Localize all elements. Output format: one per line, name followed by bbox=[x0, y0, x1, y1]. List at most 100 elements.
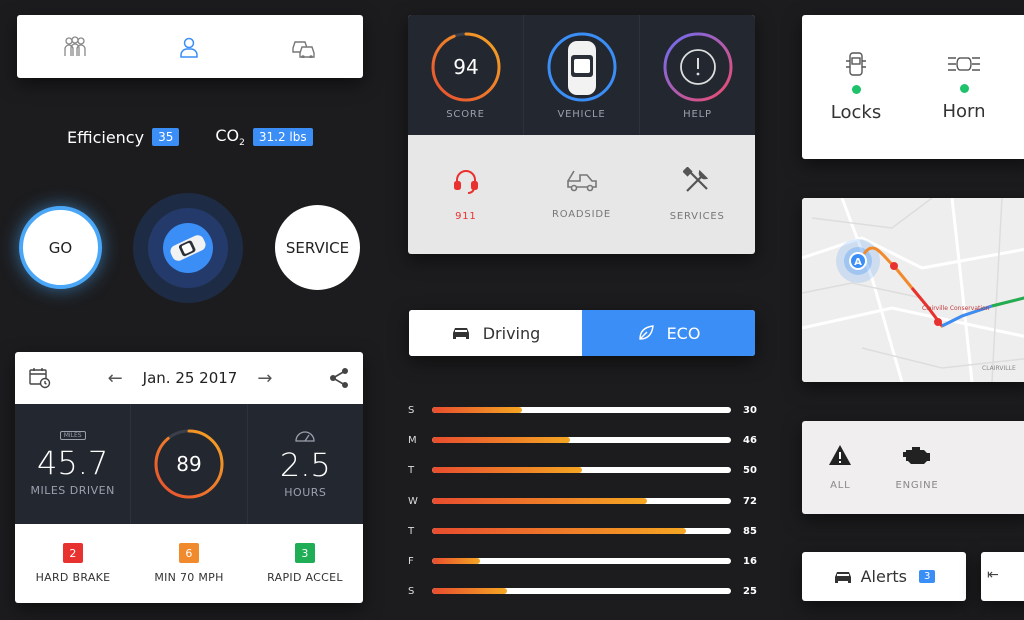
help-label: HELP bbox=[683, 108, 712, 120]
event-rapid-accel[interactable]: 3 RAPID ACCEL bbox=[247, 524, 363, 603]
event-label: MIN 70 MPH bbox=[154, 571, 224, 584]
bar-day-label: M bbox=[408, 434, 417, 446]
co2-label: CO2 bbox=[215, 126, 245, 149]
eco-mode-button[interactable]: ECO bbox=[582, 310, 755, 356]
bar-value: 46 bbox=[743, 434, 757, 446]
bar-day-label: T bbox=[408, 464, 415, 476]
alerts-engine-tab[interactable]: ENGINE bbox=[879, 421, 956, 514]
bar-track bbox=[432, 407, 731, 413]
score-label: SCORE bbox=[446, 108, 485, 120]
arrow-icon: ⇤ bbox=[987, 567, 999, 583]
map-place-label-2: CLAIRVILLE bbox=[982, 365, 1016, 372]
alerts-button-label: Alerts bbox=[860, 567, 908, 586]
engine-icon bbox=[903, 447, 930, 464]
hours-value: 2.5 bbox=[279, 445, 331, 484]
alerts-button[interactable]: Alerts 3 bbox=[802, 552, 966, 601]
arrow-right-icon[interactable]: → bbox=[257, 368, 272, 389]
status-gauges: 94 SCORE VEHICLE HELP bbox=[408, 15, 755, 135]
bar-row: T 85 bbox=[408, 524, 758, 538]
next-card-button[interactable]: ⇤ bbox=[981, 552, 1024, 601]
vehicle-gauge-cell[interactable]: VEHICLE bbox=[523, 15, 639, 135]
vehicle-label: VEHICLE bbox=[557, 108, 606, 120]
speedometer-icon bbox=[295, 430, 315, 442]
person-icon[interactable] bbox=[178, 36, 200, 58]
score-gauge: 94 bbox=[431, 32, 500, 101]
bar-fill bbox=[432, 528, 687, 534]
alerts-all-label: ALL bbox=[830, 480, 851, 491]
vehicle-locate-button[interactable] bbox=[133, 193, 243, 303]
service-label: ROADSIDE bbox=[552, 209, 611, 220]
bar-day-label: T bbox=[408, 525, 415, 537]
bar-track bbox=[432, 588, 731, 594]
service-label: 911 bbox=[455, 211, 477, 222]
vehicle-status-card: 94 SCORE VEHICLE HELP 911 ROADSIDE SERVI… bbox=[408, 15, 755, 254]
map-marker-a: A bbox=[854, 257, 862, 268]
horn-label: Horn bbox=[942, 101, 986, 122]
bar-fill bbox=[432, 407, 522, 413]
bar-row: S 30 bbox=[408, 403, 758, 417]
calendar-icon[interactable] bbox=[29, 367, 51, 389]
bar-fill bbox=[432, 437, 570, 443]
cars-icon[interactable] bbox=[291, 36, 317, 58]
bar-track bbox=[432, 467, 731, 473]
event-min-70-mph[interactable]: 6 MIN 70 MPH bbox=[131, 524, 247, 603]
trip-score-stat: 89 bbox=[130, 404, 246, 524]
event-count: 3 bbox=[295, 543, 315, 563]
locks-control[interactable]: Locks bbox=[802, 15, 910, 159]
car-front-icon bbox=[834, 571, 851, 583]
hours-stat: 2.5 HOURS bbox=[246, 404, 363, 524]
arrow-left-icon[interactable]: ← bbox=[108, 368, 123, 389]
bar-day-label: W bbox=[408, 495, 418, 507]
alerts-count-badge: 3 bbox=[919, 570, 936, 583]
car-doors-icon bbox=[846, 52, 866, 76]
leaf-icon bbox=[638, 325, 654, 340]
trip-events: 2 HARD BRAKE 6 MIN 70 MPH 3 RAPID ACCEL bbox=[15, 524, 363, 603]
bar-row: W 72 bbox=[408, 494, 758, 508]
horn-control[interactable]: Horn bbox=[910, 15, 1018, 159]
mode-toggle: Driving ECO bbox=[409, 310, 755, 356]
trip-score-value: 89 bbox=[176, 452, 201, 476]
event-label: HARD BRAKE bbox=[35, 571, 111, 584]
route-map[interactable]: A Clairville Conservation CLAIRVILLE bbox=[802, 198, 1024, 382]
bar-value: 72 bbox=[743, 495, 757, 507]
efficiency-row: Efficiency 35 CO2 31.2 lbs bbox=[67, 126, 313, 148]
tools-icon bbox=[683, 167, 709, 192]
miles-stat: MILES 45.7 MILES DRIVEN bbox=[15, 404, 130, 524]
alerts-engine-label: ENGINE bbox=[895, 480, 939, 491]
hours-label: HOURS bbox=[284, 485, 327, 499]
bar-day-label: F bbox=[408, 555, 414, 567]
go-button[interactable]: GO bbox=[19, 206, 102, 289]
trip-score-gauge: 89 bbox=[154, 429, 224, 499]
share-icon[interactable] bbox=[329, 367, 349, 389]
tow-truck-icon bbox=[566, 170, 597, 192]
bar-fill bbox=[432, 588, 507, 594]
alerts-all-tab[interactable]: ALL bbox=[802, 421, 879, 514]
bar-track bbox=[432, 498, 731, 504]
group-icon[interactable] bbox=[63, 35, 87, 58]
bar-fill bbox=[432, 558, 480, 564]
trip-stats: MILES 45.7 MILES DRIVEN 89 2.5 HOURS bbox=[15, 404, 363, 524]
event-hard-brake[interactable]: 2 HARD BRAKE bbox=[15, 524, 131, 603]
remote-controls: Locks Horn bbox=[802, 15, 1024, 159]
car-front-icon bbox=[452, 328, 469, 339]
service-options: 911 ROADSIDE SERVICES bbox=[408, 135, 755, 254]
score-gauge-cell[interactable]: 94 SCORE bbox=[408, 15, 523, 135]
event-count: 2 bbox=[63, 543, 83, 563]
driving-mode-button[interactable]: Driving bbox=[409, 310, 582, 356]
bar-day-label: S bbox=[408, 404, 415, 416]
map-place-label: Clairville Conservation bbox=[922, 305, 990, 312]
alerts-more-tab[interactable] bbox=[955, 421, 1024, 514]
help-gauge-cell[interactable]: HELP bbox=[639, 15, 755, 135]
miles-label: MILES DRIVEN bbox=[30, 484, 115, 497]
bar-track bbox=[432, 528, 731, 534]
service-label: SERVICES bbox=[669, 211, 725, 222]
profile-tab-bar bbox=[17, 15, 363, 78]
services-button[interactable]: SERVICES bbox=[639, 135, 755, 254]
emergency-911-button[interactable]: 911 bbox=[408, 135, 524, 254]
car-icon bbox=[170, 235, 206, 261]
service-button[interactable]: SERVICE bbox=[275, 205, 360, 290]
roadside-button[interactable]: ROADSIDE bbox=[524, 135, 640, 254]
locks-label: Locks bbox=[830, 102, 882, 123]
co2-badge: 31.2 lbs bbox=[252, 128, 313, 147]
warning-icon bbox=[829, 445, 852, 465]
